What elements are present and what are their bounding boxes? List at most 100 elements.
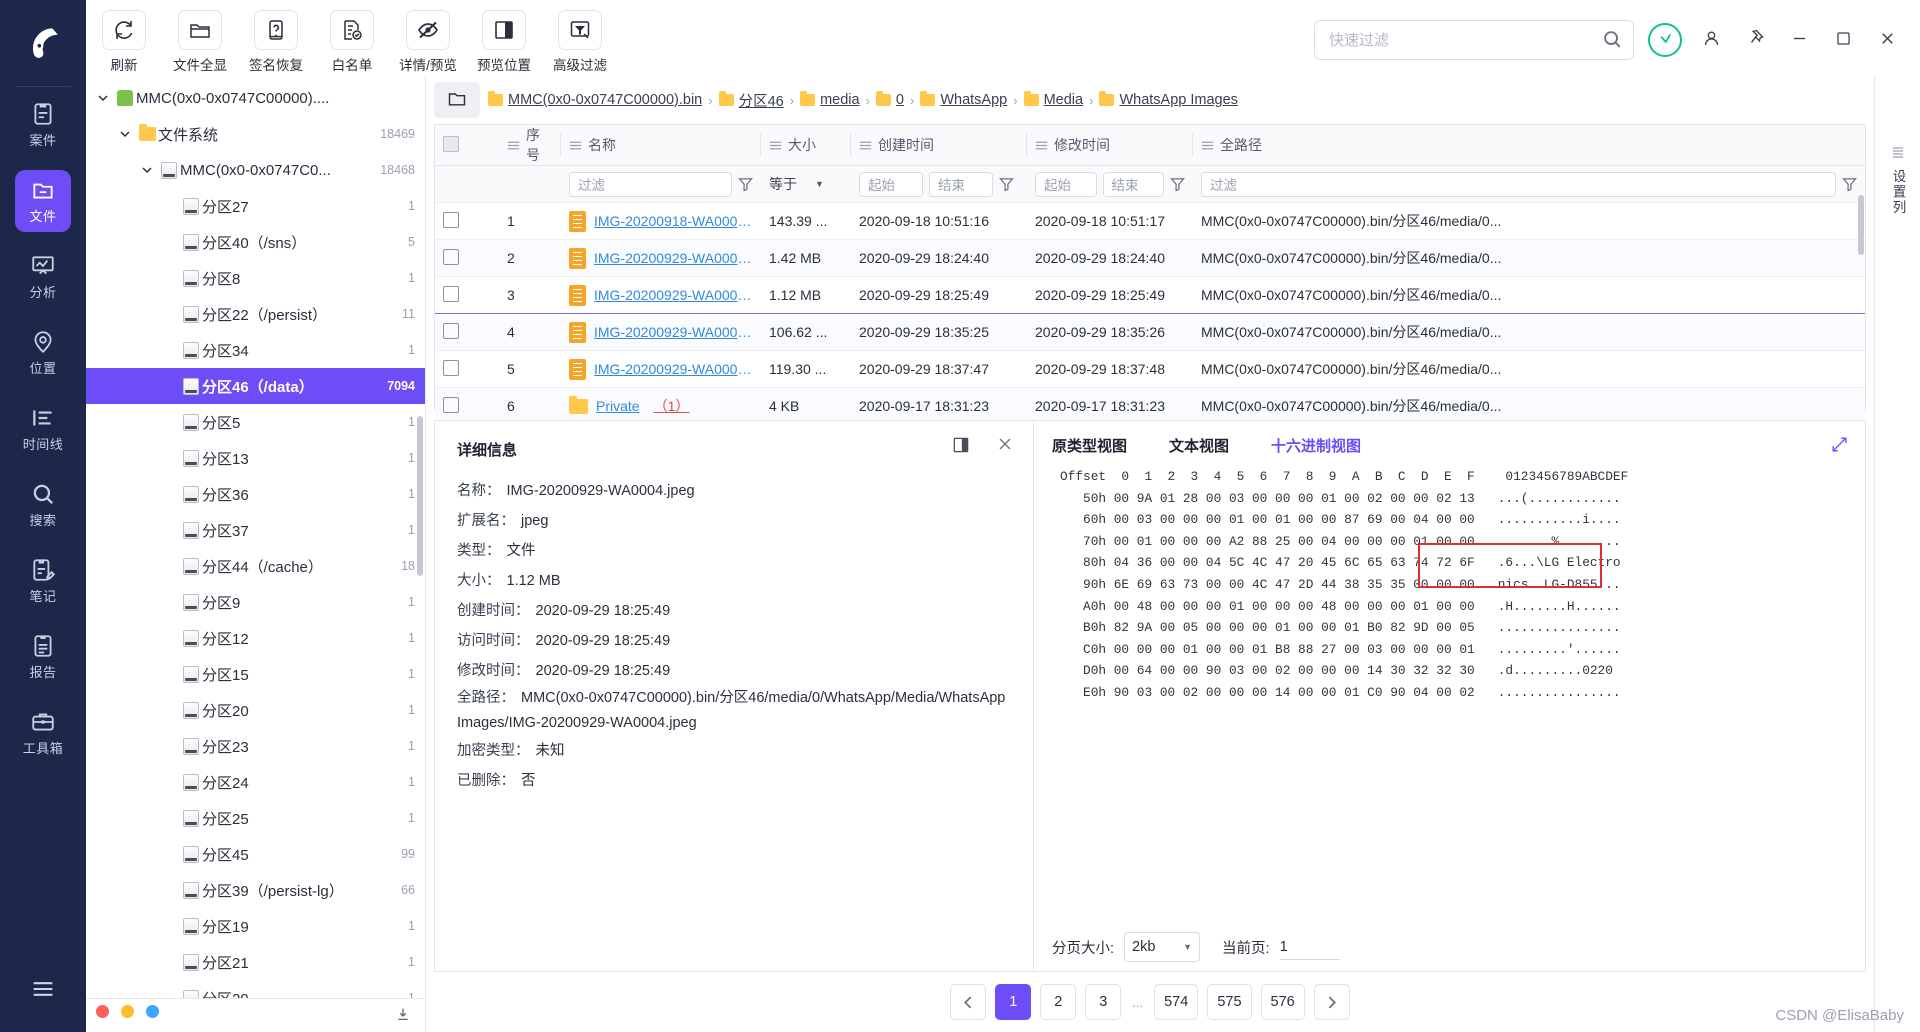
sidebar-item-analysis[interactable]: 分析 [15, 246, 71, 308]
pagination-page-574[interactable]: 574 [1154, 984, 1199, 1020]
tree-node[interactable]: 分区12 1 [86, 620, 425, 656]
tree-node[interactable]: 分区46（/data） 7094 [86, 368, 425, 404]
tree-node[interactable]: 分区37 1 [86, 512, 425, 548]
advanced-filter-button[interactable]: 高级过滤 [542, 6, 618, 74]
breadcrumb-item[interactable]: 0 [875, 91, 904, 108]
row-name[interactable]: IMG-20200929-WA0004.jpe [561, 276, 761, 314]
row-select-cell[interactable] [435, 239, 499, 277]
table-row[interactable]: 5 IMG-20200929-WA0007.jp 119.30 ... 2020-09… [435, 350, 1865, 388]
column-menu-icon[interactable] [1201, 137, 1214, 153]
close-button[interactable] [1872, 25, 1902, 55]
status-badge[interactable] [1648, 23, 1682, 57]
breadcrumb-item[interactable]: 分区46 [718, 90, 784, 111]
size-operator-select[interactable]: 等于 ▼ [769, 174, 843, 194]
tree-node[interactable]: 分区25 1 [86, 800, 425, 836]
hex-tab[interactable]: 文本视图 [1169, 435, 1229, 456]
row-name[interactable]: IMG-20200929-WA0006.jpg [561, 313, 761, 351]
select-all-header[interactable] [435, 125, 499, 166]
column-menu-icon[interactable] [769, 137, 782, 153]
pagination-page-1[interactable]: 1 [995, 984, 1032, 1020]
tree-node[interactable]: 分区22（/persist） 11 [86, 296, 425, 332]
sidebar-item-timeline[interactable]: 时间线 [15, 398, 71, 460]
quick-filter-box[interactable] [1314, 20, 1634, 60]
sidebar-item-case[interactable]: 案件 [15, 94, 71, 156]
tree-node[interactable]: 分区15 1 [86, 656, 425, 692]
tree-node[interactable]: 分区44（/cache） 18 [86, 548, 425, 584]
table-row[interactable]: 6 Private （1） 4 KB 2020-09-17 18:31:23 2020-0… [435, 387, 1865, 425]
whitelist-button[interactable]: 白名单 [314, 6, 390, 74]
funnel-icon[interactable] [1170, 177, 1185, 192]
column-menu-icon[interactable] [859, 137, 872, 153]
sidebar-item-note[interactable]: 笔记 [15, 550, 71, 612]
detail-preview-button[interactable]: 详情/预览 [390, 6, 466, 74]
tree-node[interactable]: 分区27 1 [86, 188, 425, 224]
tree-node[interactable]: 分区20 1 [86, 692, 425, 728]
tree-scrollbar[interactable] [417, 416, 423, 576]
hex-tab[interactable]: 原类型视图 [1052, 435, 1127, 456]
search-icon[interactable] [1601, 28, 1623, 53]
tree-node[interactable]: 分区24 1 [86, 764, 425, 800]
row-checkbox[interactable] [443, 211, 459, 228]
tree-node[interactable]: 分区19 1 [86, 908, 425, 944]
file-link[interactable]: IMG-20200918-WA0000.jpg [594, 213, 753, 229]
breadcrumb-item[interactable]: Media [1023, 91, 1083, 108]
table-row[interactable]: 3 IMG-20200929-WA0004.jpe 1.12 MB 2020-09-2… [435, 276, 1865, 314]
col-header-modified[interactable]: 修改时间 [1027, 125, 1193, 166]
refresh-button[interactable]: 刷新 [86, 6, 162, 74]
tree-node[interactable]: 分区40（/sns） 5 [86, 224, 425, 260]
file-link[interactable]: IMG-20200929-WA0007.jp [594, 361, 753, 377]
pin-button[interactable] [1740, 25, 1770, 55]
col-header-fullpath[interactable]: 全路径 [1193, 125, 1865, 166]
tree-node[interactable]: 分区9 1 [86, 584, 425, 620]
collapse-icon[interactable] [395, 1006, 411, 1025]
tree-node[interactable]: 分区8 1 [86, 260, 425, 296]
file-link[interactable]: IMG-20200929-WA0006.jpg [594, 324, 753, 340]
row-checkbox[interactable] [443, 322, 459, 339]
breadcrumb-home-button[interactable] [434, 82, 480, 118]
tree-node[interactable]: MMC(0x0-0x0747C0... 18468 [86, 152, 425, 188]
window-dot-min[interactable] [121, 1005, 134, 1018]
column-menu-icon[interactable] [569, 137, 582, 153]
file-link[interactable]: IMG-20200929-WA0004.jpe [594, 287, 753, 303]
row-checkbox[interactable] [443, 396, 459, 413]
breadcrumb-item[interactable]: WhatsApp Images [1099, 91, 1238, 108]
name-filter-input[interactable]: 过滤 [569, 171, 732, 197]
row-select-cell[interactable] [435, 313, 499, 351]
tree-node[interactable]: 分区34 1 [86, 332, 425, 368]
sidebar-item-report[interactable]: 报告 [15, 626, 71, 688]
row-name[interactable]: IMG-20200929-WA0002.jpe [561, 239, 761, 277]
sidebar-item-toolbox[interactable]: 工具箱 [15, 702, 71, 764]
page-size-select[interactable]: 2kb ▼ [1124, 932, 1201, 962]
funnel-icon[interactable] [1842, 177, 1857, 192]
file-link[interactable]: Private [596, 398, 640, 414]
minimize-button[interactable] [1784, 25, 1814, 55]
pagination-page-576[interactable]: 576 [1260, 984, 1305, 1020]
hex-tab[interactable]: 十六进制视图 [1271, 435, 1361, 456]
tree-node[interactable]: 文件系统 18469 [86, 116, 425, 152]
sidebar-item-location[interactable]: 位置 [15, 322, 71, 384]
sidebar-item-file[interactable]: 文件 [15, 170, 71, 232]
sidebar-item-search[interactable]: 搜索 [15, 474, 71, 536]
pagination-page-575[interactable]: 575 [1207, 984, 1252, 1020]
funnel-icon[interactable] [738, 177, 753, 192]
pagination-page-2[interactable]: 2 [1040, 984, 1077, 1020]
settings-column-panel[interactable]: 设置列 [1874, 76, 1920, 1032]
row-checkbox[interactable] [443, 285, 459, 302]
row-name[interactable]: IMG-20200918-WA0000.jpg [561, 202, 761, 240]
window-dot-close[interactable] [96, 1005, 109, 1018]
row-checkbox[interactable] [443, 248, 459, 265]
table-row[interactable]: 1 IMG-20200918-WA0000.jpg 143.39 ... 2020-0… [435, 202, 1865, 240]
row-name[interactable]: Private （1） [561, 387, 761, 425]
row-checkbox[interactable] [443, 359, 459, 376]
search-input[interactable] [1329, 31, 1601, 49]
table-scrollbar[interactable] [1858, 195, 1864, 255]
funnel-icon[interactable] [999, 177, 1014, 192]
hex-expand-button[interactable] [1830, 435, 1849, 457]
row-name[interactable]: IMG-20200929-WA0007.jp [561, 350, 761, 388]
tree-node[interactable]: MMC(0x0-0x0747C00000).... [86, 80, 425, 116]
col-header-index[interactable]: 序号 [499, 125, 561, 166]
pagination-page-3[interactable]: 3 [1085, 984, 1122, 1020]
breadcrumb-item[interactable]: media [800, 91, 860, 108]
tree-caret-icon[interactable] [92, 92, 114, 104]
tree-node[interactable]: 分区39（/persist-lg） 66 [86, 872, 425, 908]
